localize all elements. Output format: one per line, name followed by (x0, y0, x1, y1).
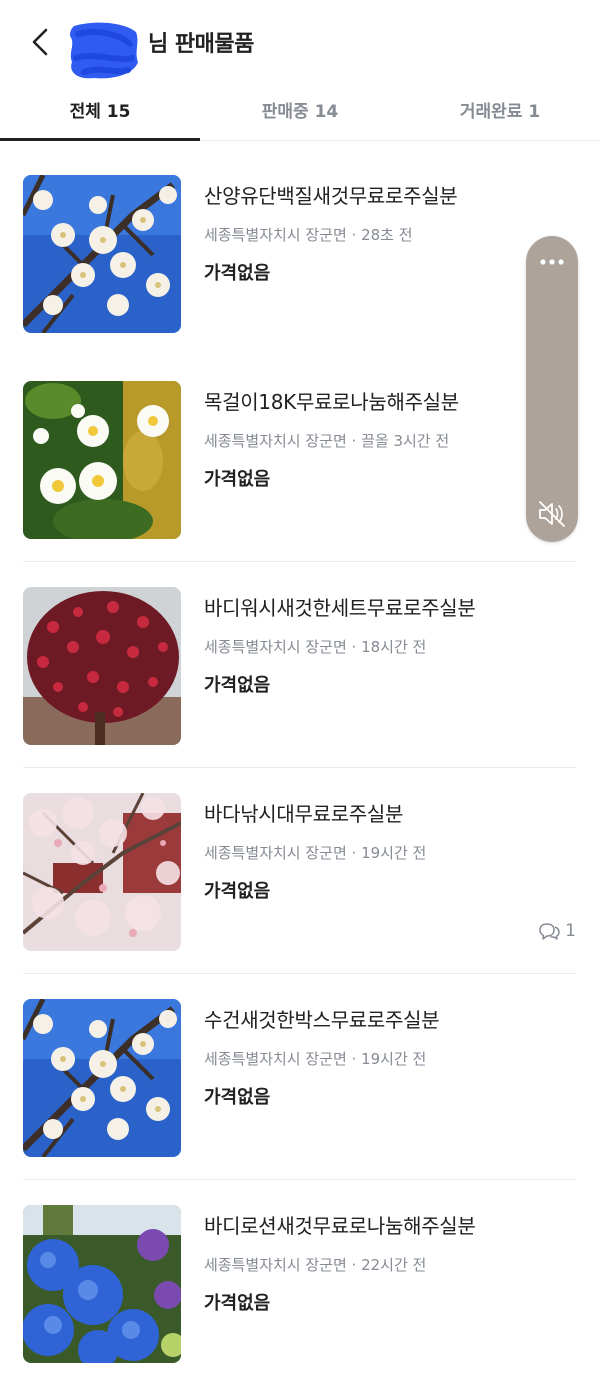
product-thumbnail (23, 587, 181, 745)
item-location-time: 세종특별자치시 장군면 · 28초 전 (204, 226, 413, 244)
item-location-time: 세종특별자치시 장군면 · 22시간 전 (204, 1256, 427, 1274)
product-thumbnail (23, 793, 181, 951)
item-title: 바디워시새것한세트무료로주실분 (204, 596, 476, 620)
list-item[interactable]: 목걸이18K무료로나눔해주실분 세종특별자치시 장군면 · 끌올 3시간 전 가… (0, 356, 600, 562)
item-price: 가격없음 (204, 263, 271, 284)
item-title: 바디로션새것무료로나눔해주실분 (204, 1214, 476, 1238)
more-options-button[interactable] (526, 250, 578, 274)
top-bar: 님 판매물품 (0, 0, 600, 86)
item-price: 가격없음 (204, 469, 271, 490)
item-price: 가격없음 (204, 1087, 271, 1108)
mute-button[interactable] (536, 498, 568, 530)
more-horizontal-icon (540, 259, 564, 265)
floating-media-panel[interactable] (526, 236, 578, 542)
chat-count-value: 1 (565, 921, 576, 941)
item-location-time: 세종특별자치시 장군면 · 끌올 3시간 전 (204, 432, 450, 450)
item-location-time: 세종특별자치시 장군면 · 19시간 전 (204, 844, 427, 862)
tab-completed[interactable]: 거래완료 1 (400, 86, 600, 140)
active-tab-indicator (0, 138, 200, 141)
chevron-left-icon (32, 28, 48, 56)
tab-on-sale[interactable]: 판매중 14 (200, 86, 400, 140)
list-item[interactable]: 수건새것한박스무료로주실분 세종특별자치시 장군면 · 19시간 전 가격없음 (0, 974, 600, 1180)
page-title: 님 판매물품 (148, 32, 254, 57)
list-item[interactable]: 바디로션새것무료로나눔해주실분 세종특별자치시 장군면 · 22시간 전 가격없… (0, 1180, 600, 1386)
item-location-time: 세종특별자치시 장군면 · 19시간 전 (204, 1050, 427, 1068)
list-item[interactable]: 바다낚시대무료로주실분 세종특별자치시 장군면 · 19시간 전 가격없음 1 (0, 768, 600, 974)
item-title: 산양유단백질새것무료로주실분 (204, 184, 458, 208)
product-thumbnail (23, 175, 181, 333)
item-title: 목걸이18K무료로나눔해주실분 (204, 390, 459, 414)
item-location-time: 세종특별자치시 장군면 · 18시간 전 (204, 638, 427, 656)
chat-bubbles-icon (539, 923, 560, 940)
chat-count: 1 (537, 921, 576, 941)
list-item[interactable]: 산양유단백질새것무료로주실분 세종특별자치시 장군면 · 28초 전 가격없음 (0, 150, 600, 356)
tab-all[interactable]: 전체 15 (0, 86, 200, 140)
product-thumbnail (23, 1205, 181, 1363)
item-price: 가격없음 (204, 675, 271, 696)
product-thumbnail (23, 999, 181, 1157)
back-button[interactable] (24, 24, 60, 60)
item-price: 가격없음 (204, 1293, 271, 1314)
product-thumbnail (23, 381, 181, 539)
tab-bar: 전체 15 판매중 14 거래완료 1 (0, 86, 600, 141)
item-title: 바다낚시대무료로주실분 (204, 802, 404, 826)
item-price: 가격없음 (204, 881, 271, 902)
speaker-muted-icon (539, 501, 565, 527)
redacted-username (70, 22, 138, 79)
item-title: 수건새것한박스무료로주실분 (204, 1008, 440, 1032)
list-item[interactable]: 바디워시새것한세트무료로주실분 세종특별자치시 장군면 · 18시간 전 가격없… (0, 562, 600, 768)
